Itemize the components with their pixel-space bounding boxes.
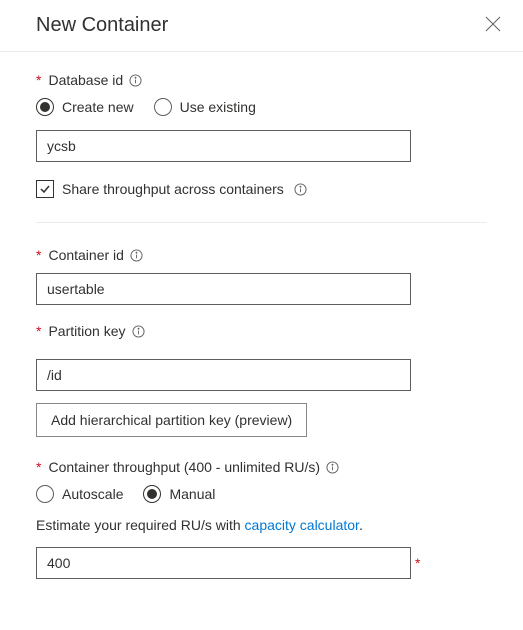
radio-icon bbox=[36, 485, 54, 503]
throughput-label-text: Container throughput (400 - unlimited RU… bbox=[48, 459, 320, 475]
radio-icon bbox=[36, 98, 54, 116]
radio-manual-label: Manual bbox=[169, 486, 215, 502]
database-id-label-text: Database id bbox=[48, 72, 123, 88]
required-marker: * bbox=[36, 459, 41, 475]
share-throughput-label: Share throughput across containers bbox=[62, 181, 284, 197]
partition-key-input[interactable] bbox=[36, 359, 411, 391]
info-icon[interactable] bbox=[130, 249, 143, 262]
radio-autoscale[interactable]: Autoscale bbox=[36, 485, 123, 503]
throughput-label: * Container throughput (400 - unlimited … bbox=[36, 459, 487, 475]
database-id-input[interactable] bbox=[36, 130, 411, 162]
database-id-label: * Database id bbox=[36, 72, 487, 88]
database-mode-radios: Create new Use existing bbox=[36, 98, 487, 116]
throughput-input[interactable] bbox=[36, 547, 411, 579]
info-icon[interactable] bbox=[326, 461, 339, 474]
throughput-input-row: * bbox=[36, 547, 421, 579]
panel-content: * Database id Create new Use existing Sh… bbox=[0, 52, 523, 603]
info-icon[interactable] bbox=[129, 74, 142, 87]
radio-icon bbox=[154, 98, 172, 116]
add-hierarchical-partition-button[interactable]: Add hierarchical partition key (preview) bbox=[36, 403, 307, 437]
required-marker: * bbox=[36, 323, 41, 339]
info-icon[interactable] bbox=[132, 325, 145, 338]
required-marker: * bbox=[36, 247, 41, 263]
estimate-text: Estimate your required RU/s with capacit… bbox=[36, 517, 487, 533]
share-throughput-checkbox[interactable] bbox=[36, 180, 54, 198]
radio-use-existing-label: Use existing bbox=[180, 99, 256, 115]
close-icon bbox=[485, 16, 501, 32]
estimate-prefix: Estimate your required RU/s with bbox=[36, 517, 245, 533]
estimate-suffix: . bbox=[359, 517, 363, 533]
radio-autoscale-label: Autoscale bbox=[62, 486, 123, 502]
container-id-label: * Container id bbox=[36, 247, 487, 263]
throughput-mode-radios: Autoscale Manual bbox=[36, 485, 487, 503]
partition-key-label: * Partition key bbox=[36, 323, 487, 339]
close-button[interactable] bbox=[485, 16, 501, 35]
radio-create-new[interactable]: Create new bbox=[36, 98, 134, 116]
panel-header: New Container bbox=[0, 0, 523, 52]
radio-manual[interactable]: Manual bbox=[143, 485, 215, 503]
checkmark-icon bbox=[39, 183, 51, 195]
radio-create-new-label: Create new bbox=[62, 99, 134, 115]
radio-use-existing[interactable]: Use existing bbox=[154, 98, 256, 116]
divider bbox=[36, 222, 487, 223]
partition-key-label-text: Partition key bbox=[48, 323, 125, 339]
share-throughput-row: Share throughput across containers bbox=[36, 180, 487, 198]
radio-icon bbox=[143, 485, 161, 503]
info-icon[interactable] bbox=[294, 183, 307, 196]
container-id-label-text: Container id bbox=[48, 247, 124, 263]
required-marker: * bbox=[415, 555, 420, 571]
required-marker: * bbox=[36, 72, 41, 88]
panel-title: New Container bbox=[36, 14, 168, 37]
container-id-input[interactable] bbox=[36, 273, 411, 305]
capacity-calculator-link[interactable]: capacity calculator bbox=[245, 517, 359, 533]
